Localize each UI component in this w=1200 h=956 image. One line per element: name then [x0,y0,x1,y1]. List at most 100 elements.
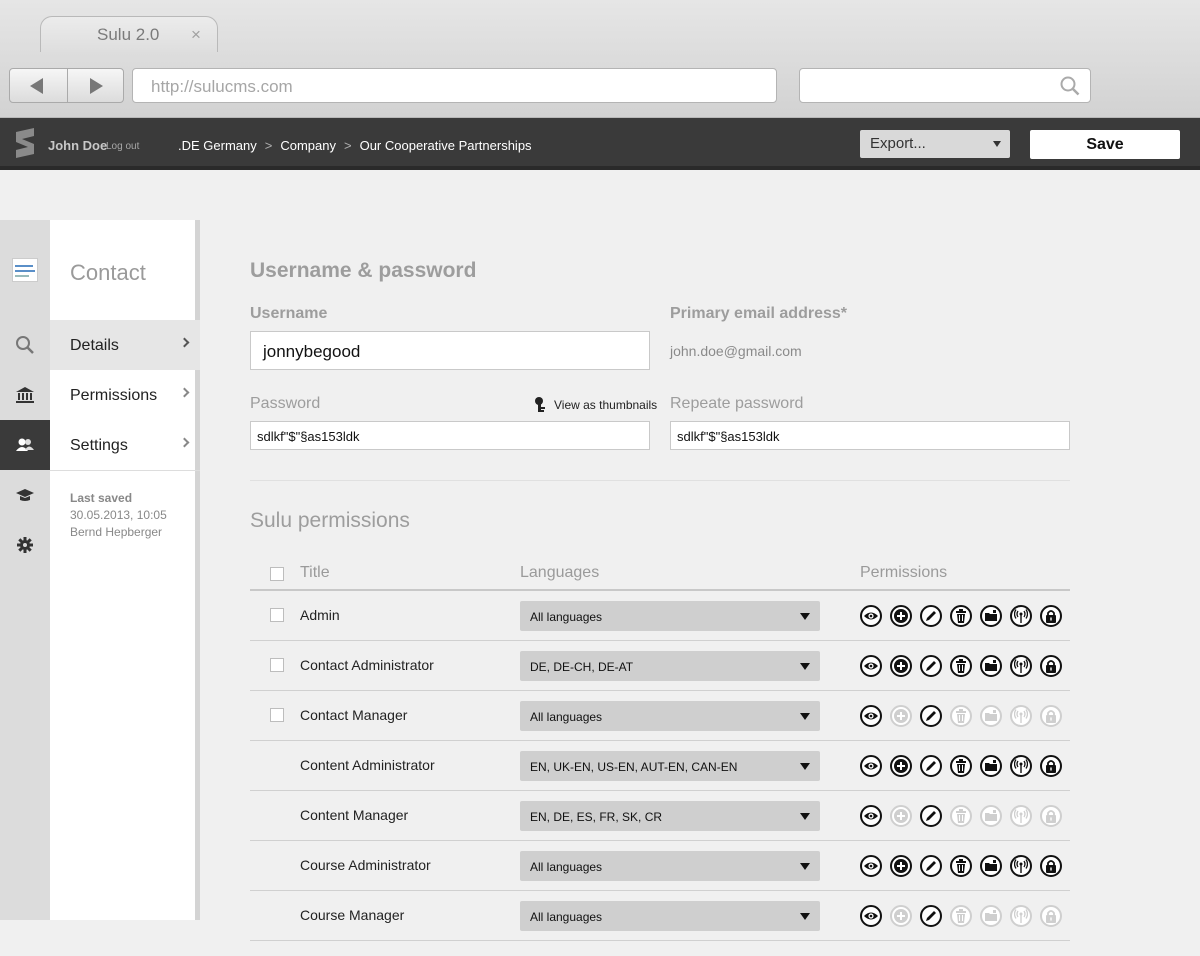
delete-icon[interactable] [950,605,972,627]
address-bar[interactable]: http://sulucms.com [132,68,777,103]
add-icon[interactable] [890,705,912,727]
subnav-item-settings[interactable]: Settings [50,420,200,470]
delete-icon[interactable] [950,705,972,727]
browser-search-input[interactable] [799,68,1091,103]
archive-icon[interactable] [980,905,1002,927]
live-icon[interactable] [1010,805,1032,827]
edit-icon[interactable] [920,855,942,877]
live-icon[interactable] [1010,855,1032,877]
view-thumbnails-link[interactable]: View as thumbnails [534,397,657,413]
app-header: John Doe Log out .DE Germany > Company >… [0,118,1200,170]
delete-icon[interactable] [950,655,972,677]
repeat-password-field[interactable]: sdlkf"$"§as153ldk [670,421,1070,450]
permission-icons [860,655,1062,677]
row-checkbox[interactable] [270,608,284,622]
subnav-item-permissions[interactable]: Permissions [50,370,200,420]
delete-icon[interactable] [950,755,972,777]
security-icon[interactable] [1040,605,1062,627]
live-icon[interactable] [1010,655,1032,677]
view-icon[interactable] [860,755,882,777]
delete-icon[interactable] [950,805,972,827]
password-field[interactable]: sdlkf"$"§as153ldk [250,421,650,450]
languages-select[interactable]: All languages [520,901,820,931]
live-icon[interactable] [1010,755,1032,777]
languages-select[interactable]: All languages [520,851,820,881]
forward-icon[interactable] [90,78,103,94]
archive-icon[interactable] [980,755,1002,777]
select-all-checkbox[interactable] [270,567,284,581]
nav-contacts[interactable] [0,420,50,470]
view-icon[interactable] [860,855,882,877]
nav-media[interactable] [0,470,50,520]
row-checkbox[interactable] [270,708,284,722]
subnav-item-details[interactable]: Details [50,320,200,370]
repeat-password-label: Repeate password [670,395,804,412]
languages-select[interactable]: EN, DE, ES, FR, SK, CR [520,801,820,831]
browser-chrome: Sulu 2.0 × http://sulucms.com [0,0,1200,118]
add-icon[interactable] [890,605,912,627]
delete-icon[interactable] [950,905,972,927]
site-thumbnail[interactable] [12,258,38,282]
contact-subnav: Contact Details Permissions Settings Las… [50,220,200,920]
view-icon[interactable] [860,605,882,627]
edit-icon[interactable] [920,705,942,727]
view-icon[interactable] [860,905,882,927]
archive-icon[interactable] [980,655,1002,677]
add-icon[interactable] [890,655,912,677]
languages-select[interactable]: EN, UK-EN, US-EN, AUT-EN, CAN-EN [520,751,820,781]
divider [50,470,200,471]
role-title: Course Manager [300,907,405,923]
security-icon[interactable] [1040,755,1062,777]
user-name: John Doe [48,138,108,153]
view-icon[interactable] [860,705,882,727]
delete-icon[interactable] [950,855,972,877]
languages-select[interactable]: All languages [520,701,820,731]
live-icon[interactable] [1010,705,1032,727]
breadcrumb-item[interactable]: Company [280,138,336,153]
edit-icon[interactable] [920,605,942,627]
live-icon[interactable] [1010,605,1032,627]
section-title-account: Username & password [250,259,477,282]
edit-icon[interactable] [920,905,942,927]
live-icon[interactable] [1010,905,1032,927]
nav-settings[interactable] [0,520,50,570]
back-icon[interactable] [30,78,43,94]
security-icon[interactable] [1040,905,1062,927]
browser-tab[interactable]: Sulu 2.0 × [40,16,218,52]
languages-select[interactable]: All languages [520,601,820,631]
security-icon[interactable] [1040,805,1062,827]
security-icon[interactable] [1040,705,1062,727]
archive-icon[interactable] [980,805,1002,827]
add-icon[interactable] [890,755,912,777]
save-button[interactable]: Save [1030,130,1180,159]
add-icon[interactable] [890,805,912,827]
view-icon[interactable] [860,805,882,827]
languages-select[interactable]: DE, DE-CH, DE-AT [520,651,820,681]
password-label: Password [250,395,321,412]
archive-icon[interactable] [980,855,1002,877]
search-icon [16,336,34,354]
archive-icon[interactable] [980,705,1002,727]
tab-close-icon[interactable]: × [191,25,201,45]
export-label: Export... [870,135,926,152]
nav-search[interactable] [0,320,50,370]
edit-icon[interactable] [920,805,942,827]
breadcrumb-item[interactable]: .DE Germany [178,138,257,153]
breadcrumb-item[interactable]: Our Cooperative Partnerships [360,138,532,153]
add-icon[interactable] [890,855,912,877]
export-dropdown[interactable]: Export... [860,130,1010,158]
row-checkbox[interactable] [270,658,284,672]
security-icon[interactable] [1040,655,1062,677]
edit-icon[interactable] [920,655,942,677]
hat-icon [16,489,34,501]
security-icon[interactable] [1040,855,1062,877]
logout-link[interactable]: Log out [106,141,139,152]
nav-institution[interactable] [0,370,50,420]
subnav-item-label: Settings [70,437,128,454]
role-title: Admin [300,607,340,623]
edit-icon[interactable] [920,755,942,777]
username-field[interactable]: jonnybegood [250,331,650,370]
archive-icon[interactable] [980,605,1002,627]
add-icon[interactable] [890,905,912,927]
view-icon[interactable] [860,655,882,677]
